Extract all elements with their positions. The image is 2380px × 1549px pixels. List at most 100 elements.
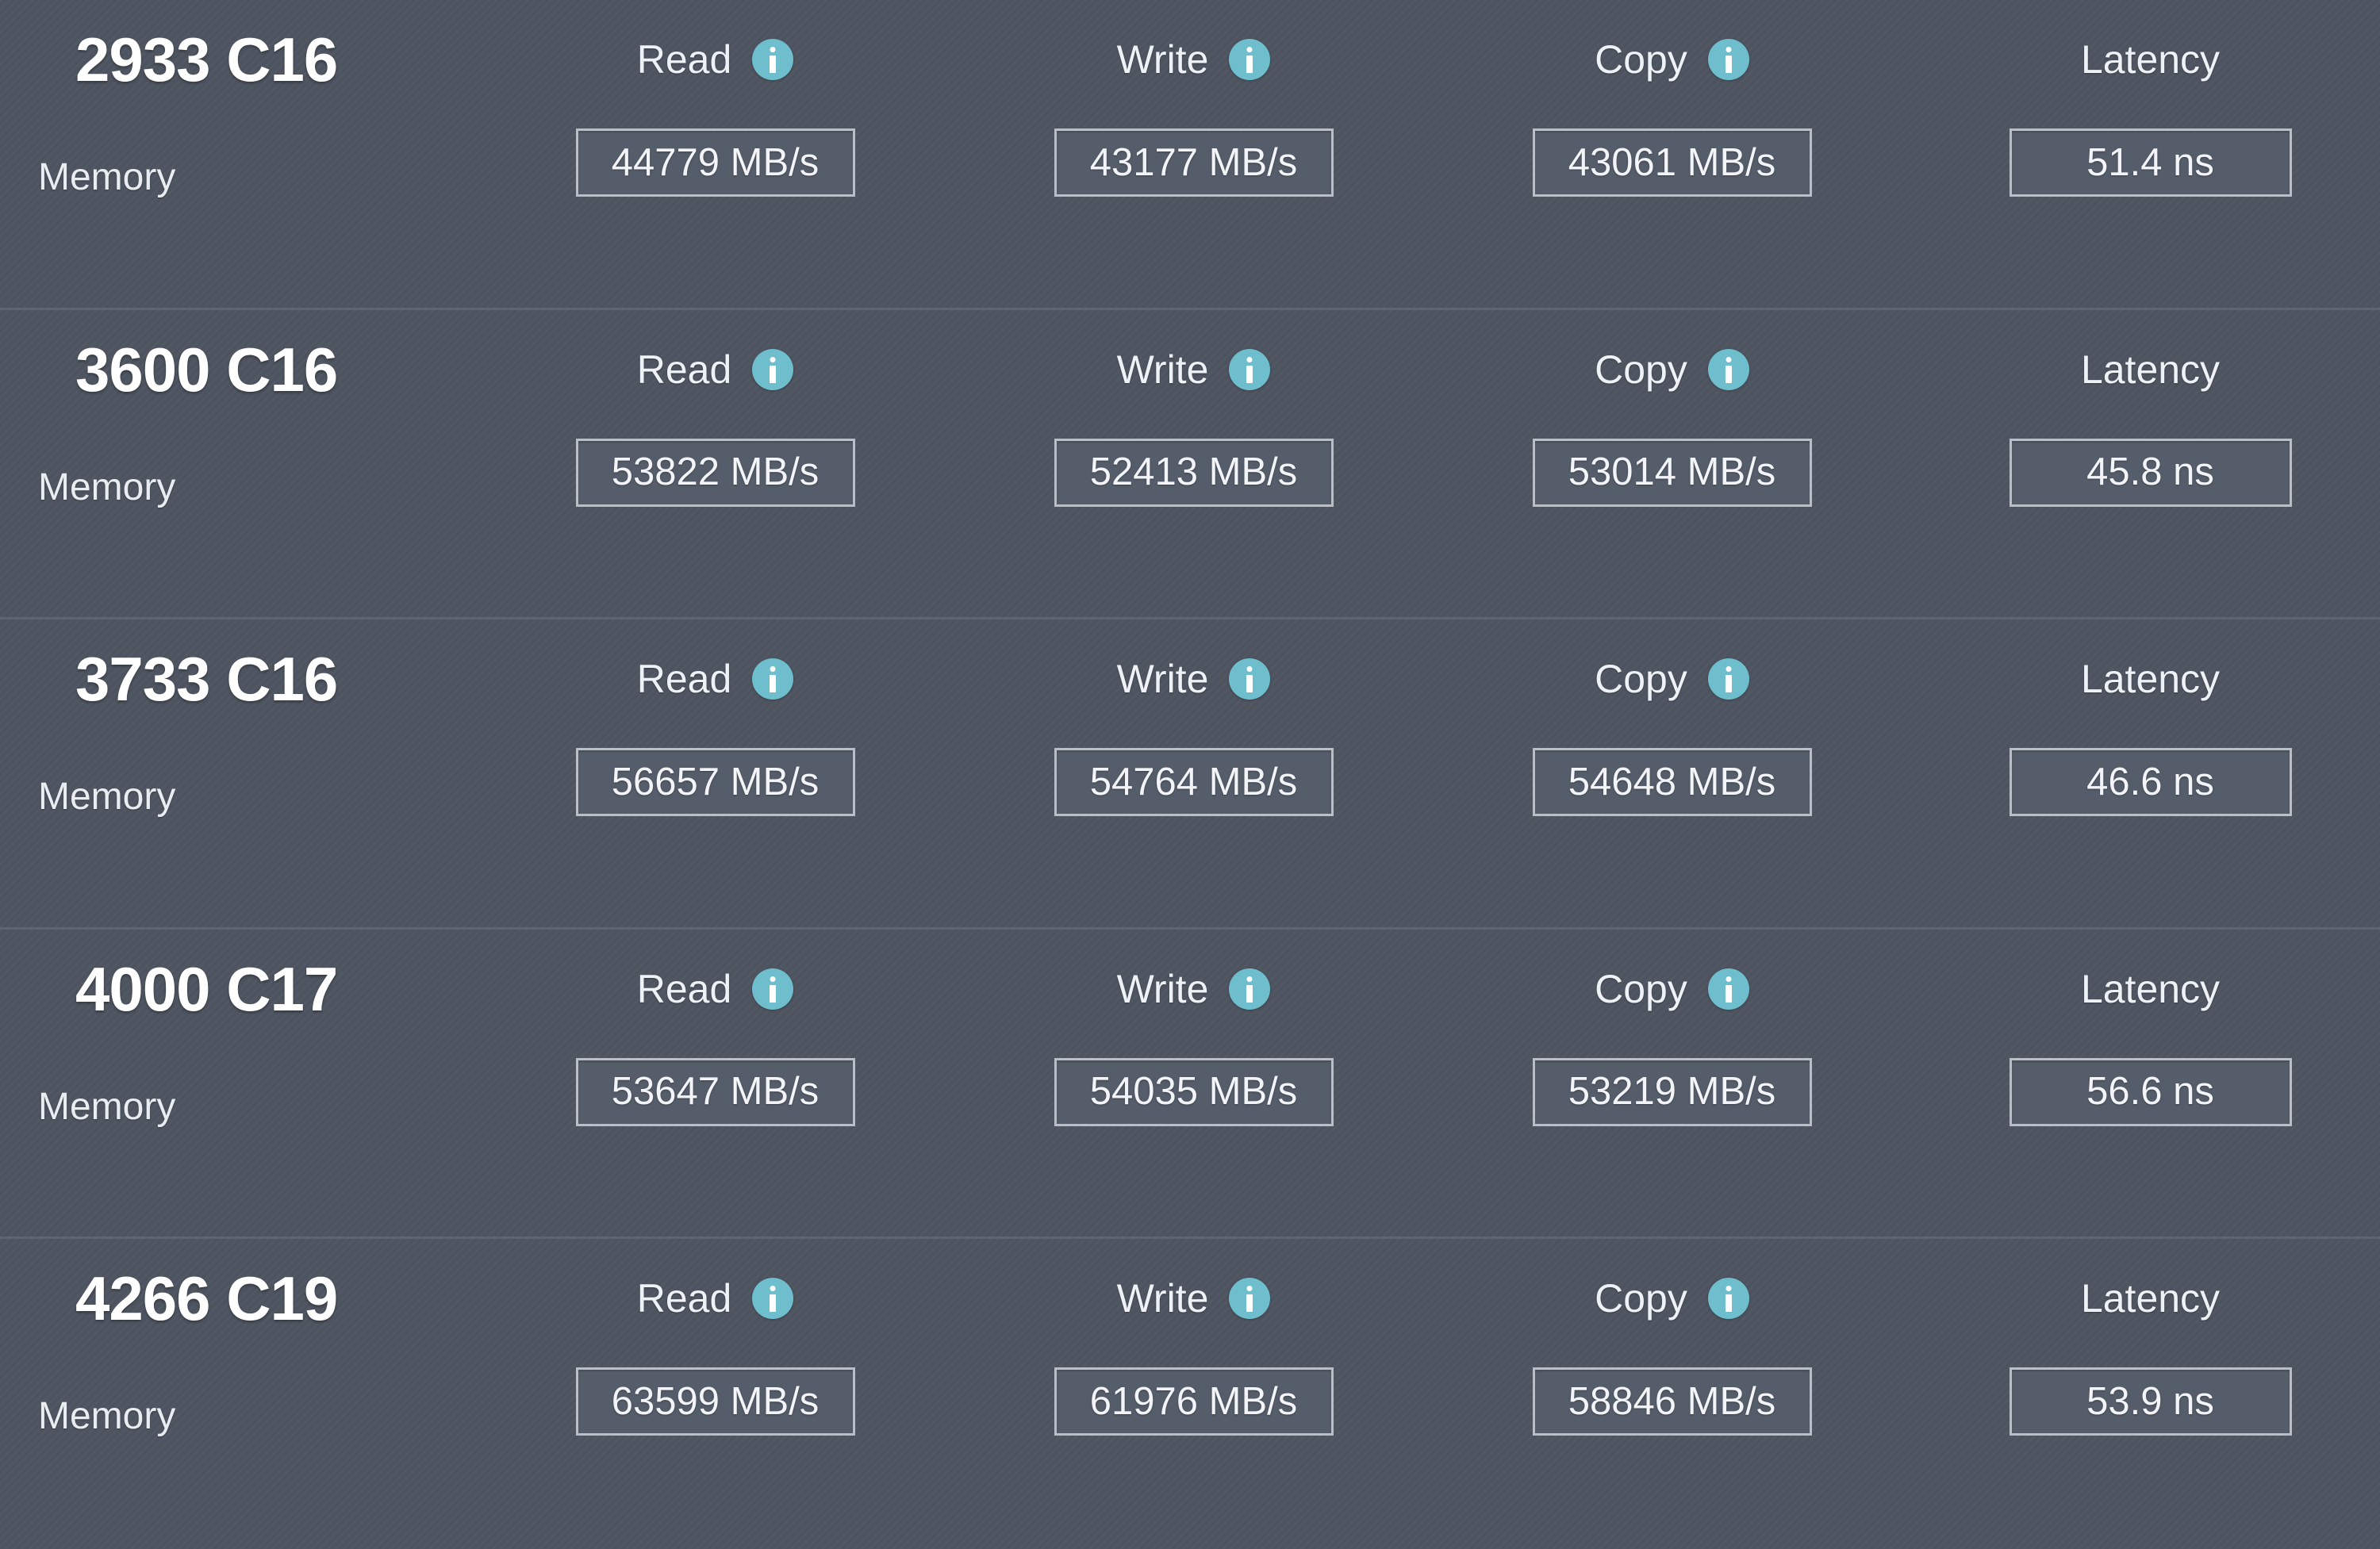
metric-value-read: 63599 MB/s xyxy=(611,1379,820,1423)
metric-label-read: Read xyxy=(636,657,732,702)
memory-kit-name: 4266 C19 xyxy=(75,1263,338,1334)
info-icon[interactable] xyxy=(752,658,794,700)
info-icon[interactable] xyxy=(1229,39,1271,80)
row-identity: 3600 C16 Memory xyxy=(0,310,476,618)
metric-header: Latency xyxy=(1911,619,2380,738)
row-identity: 3733 C16 Memory xyxy=(0,619,476,927)
metric-value-box: 61976 MB/s xyxy=(1054,1367,1334,1436)
metric-value-box: 53219 MB/s xyxy=(1532,1057,1812,1126)
metric-value-box: 56.6 ns xyxy=(2009,1057,2292,1126)
metric-value-copy: 58846 MB/s xyxy=(1568,1379,1776,1423)
metric-value-write: 61976 MB/s xyxy=(1089,1379,1298,1423)
metric-value-box: 54764 MB/s xyxy=(1054,748,1334,817)
benchmark-row: 4000 C17 Memory Read 53647 MB/s Write 54… xyxy=(0,929,2380,1240)
metric-value-write: 54764 MB/s xyxy=(1089,760,1298,803)
component-type-label: Memory xyxy=(38,776,176,819)
metric-label-write: Write xyxy=(1116,966,1209,1011)
metric-header: Copy xyxy=(1433,930,1911,1049)
metric-value-read: 53822 MB/s xyxy=(611,451,820,494)
info-icon[interactable] xyxy=(752,968,794,1010)
metric-value-box: 56657 MB/s xyxy=(575,748,855,817)
metric-label-write: Write xyxy=(1116,347,1209,392)
metric-read: Read 44779 MB/s xyxy=(476,0,954,308)
metric-label-read: Read xyxy=(636,347,732,392)
metric-latency: Latency 56.6 ns xyxy=(1911,930,2380,1237)
metric-latency: Latency 51.4 ns xyxy=(1911,0,2380,308)
info-icon[interactable] xyxy=(1707,348,1749,390)
metric-value-copy: 53219 MB/s xyxy=(1568,1070,1776,1114)
metric-label-copy: Copy xyxy=(1595,1276,1687,1321)
metric-header: Read xyxy=(476,0,954,119)
metrics-group: Read 63599 MB/s Write 61976 MB/s Copy 58… xyxy=(476,1239,2380,1549)
metric-header: Copy xyxy=(1433,619,1911,738)
info-icon[interactable] xyxy=(752,1278,794,1320)
row-identity: 4000 C17 Memory xyxy=(0,930,476,1237)
benchmark-row: 2933 C16 Memory Read 44779 MB/s Write 43… xyxy=(0,0,2380,310)
metric-read: Read 63599 MB/s xyxy=(476,1239,954,1549)
metric-value-box: 54035 MB/s xyxy=(1054,1057,1334,1126)
metric-label-copy: Copy xyxy=(1595,347,1687,392)
metric-value-latency: 45.8 ns xyxy=(2086,451,2214,494)
benchmark-comparison-board: 2933 C16 Memory Read 44779 MB/s Write 43… xyxy=(0,0,2380,1549)
metric-header: Read xyxy=(476,1239,954,1358)
info-icon[interactable] xyxy=(1229,1278,1271,1320)
metric-copy: Copy 53219 MB/s xyxy=(1433,930,1911,1237)
metric-write: Write 54035 MB/s xyxy=(954,930,1433,1237)
info-icon[interactable] xyxy=(1229,658,1271,700)
memory-kit-name: 3600 C16 xyxy=(75,334,338,405)
metrics-group: Read 53822 MB/s Write 52413 MB/s Copy 53… xyxy=(476,310,2380,618)
memory-kit-name: 2933 C16 xyxy=(75,25,338,94)
metric-header: Latency xyxy=(1911,930,2380,1049)
metric-label-read: Read xyxy=(636,37,732,82)
metric-value-read: 53647 MB/s xyxy=(611,1070,820,1114)
metric-value-read: 44779 MB/s xyxy=(611,140,820,184)
metric-latency: Latency 46.6 ns xyxy=(1911,619,2380,927)
benchmark-row: 3600 C16 Memory Read 53822 MB/s Write 52… xyxy=(0,309,2380,620)
info-icon[interactable] xyxy=(752,39,794,80)
info-icon[interactable] xyxy=(1707,968,1749,1010)
benchmark-row: 4266 C19 Memory Read 63599 MB/s Write 61… xyxy=(0,1239,2380,1549)
metric-value-box: 43061 MB/s xyxy=(1532,128,1812,197)
metric-header: Read xyxy=(476,310,954,429)
metric-value-box: 53647 MB/s xyxy=(575,1057,855,1126)
metric-header: Copy xyxy=(1433,1239,1911,1358)
info-icon[interactable] xyxy=(1707,1278,1749,1320)
metric-read: Read 53822 MB/s xyxy=(476,310,954,618)
metric-value-box: 43177 MB/s xyxy=(1054,128,1334,197)
metric-label-write: Write xyxy=(1116,657,1209,702)
metric-label-read: Read xyxy=(636,1276,732,1321)
metric-header: Latency xyxy=(1911,310,2380,429)
metric-label-copy: Copy xyxy=(1595,37,1687,82)
metric-write: Write 61976 MB/s xyxy=(954,1239,1433,1549)
component-type-label: Memory xyxy=(38,156,176,198)
metric-label-copy: Copy xyxy=(1595,657,1687,702)
metric-value-write: 54035 MB/s xyxy=(1089,1070,1298,1114)
metric-value-latency: 51.4 ns xyxy=(2086,140,2214,184)
metric-value-latency: 46.6 ns xyxy=(2086,760,2214,803)
info-icon[interactable] xyxy=(1707,39,1749,80)
metric-label-read: Read xyxy=(636,966,732,1011)
component-type-label: Memory xyxy=(38,1085,176,1128)
metric-header: Write xyxy=(954,0,1433,119)
metric-label-latency: Latency xyxy=(2080,657,2221,702)
metric-value-box: 44779 MB/s xyxy=(575,128,855,197)
metric-header: Copy xyxy=(1433,0,1911,119)
info-icon[interactable] xyxy=(1229,348,1271,390)
info-icon[interactable] xyxy=(1707,658,1749,700)
metric-value-box: 52413 MB/s xyxy=(1054,438,1334,507)
memory-kit-name: 3733 C16 xyxy=(75,644,338,715)
metric-header: Copy xyxy=(1433,310,1911,429)
metrics-group: Read 53647 MB/s Write 54035 MB/s Copy 53… xyxy=(476,930,2380,1237)
metric-header: Write xyxy=(954,1239,1433,1358)
metric-header: Latency xyxy=(1911,0,2380,119)
row-identity: 2933 C16 Memory xyxy=(0,0,476,308)
info-icon[interactable] xyxy=(752,348,794,390)
metric-header: Latency xyxy=(1911,1239,2380,1358)
info-icon[interactable] xyxy=(1229,968,1271,1010)
benchmark-row: 3733 C16 Memory Read 56657 MB/s Write 54… xyxy=(0,619,2380,930)
metric-read: Read 56657 MB/s xyxy=(476,619,954,927)
metric-copy: Copy 43061 MB/s xyxy=(1433,0,1911,308)
metric-write: Write 43177 MB/s xyxy=(954,0,1433,308)
metric-value-latency: 56.6 ns xyxy=(2086,1070,2214,1114)
metric-header: Write xyxy=(954,930,1433,1049)
